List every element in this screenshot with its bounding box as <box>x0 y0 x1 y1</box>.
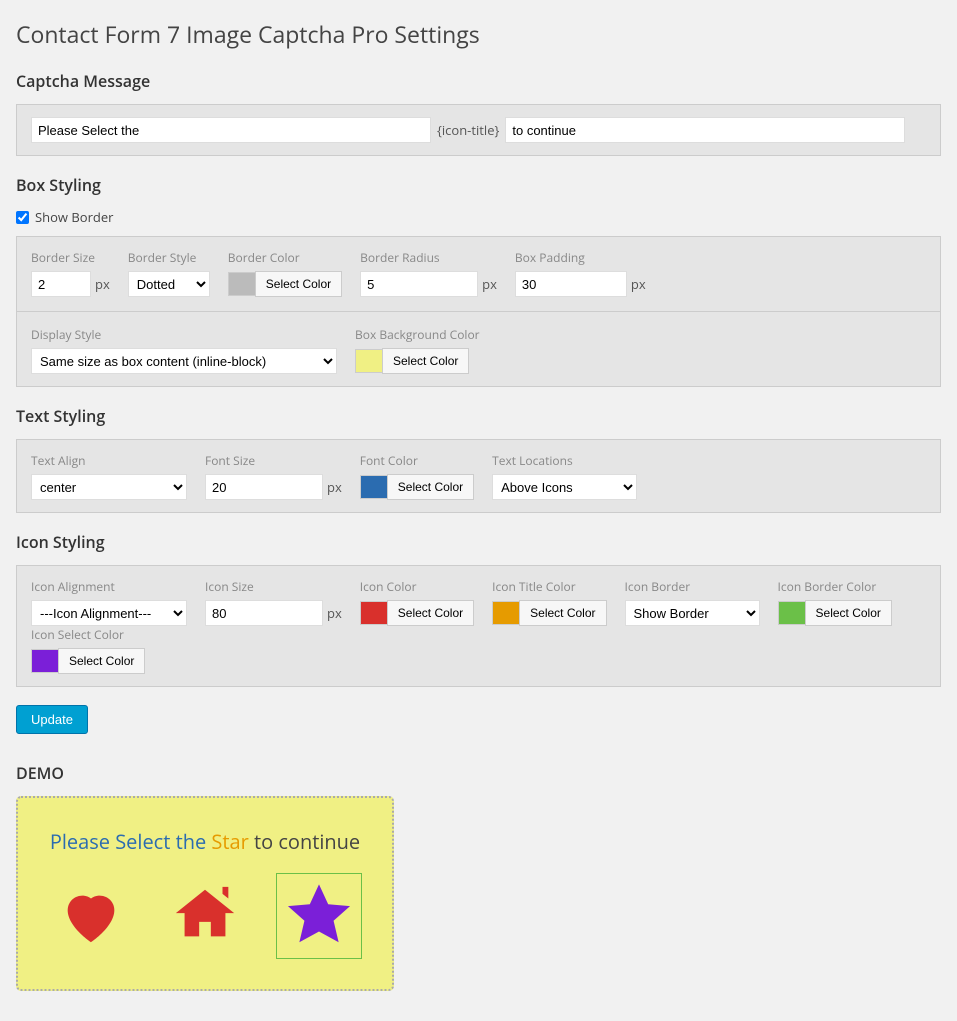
text-align-select[interactable]: center <box>31 474 187 500</box>
icon-border-color-swatch[interactable] <box>778 601 806 625</box>
icon-select-color-label: Icon Select Color <box>31 626 145 643</box>
box-padding-input[interactable] <box>515 271 627 297</box>
icon-title-color-label: Icon Title Color <box>492 578 606 595</box>
icon-border-color-button[interactable]: Select Color <box>805 600 892 626</box>
icon-alignment-select[interactable]: ---Icon Alignment--- <box>31 600 187 626</box>
border-style-select[interactable]: Dotted <box>128 271 210 297</box>
icon-size-label: Icon Size <box>205 578 342 595</box>
icon-select-color-button[interactable]: Select Color <box>58 648 145 674</box>
update-button[interactable]: Update <box>16 705 88 734</box>
captcha-message-heading: Captcha Message <box>16 70 941 92</box>
show-border-label: Show Border <box>35 208 113 226</box>
border-size-input[interactable] <box>31 271 91 297</box>
heart-icon[interactable] <box>48 873 134 959</box>
box-bg-label: Box Background Color <box>355 326 480 343</box>
display-style-label: Display Style <box>31 326 337 343</box>
display-style-select[interactable]: Same size as box content (inline-block) <box>31 348 337 374</box>
text-styling-heading: Text Styling <box>16 405 941 427</box>
border-color-button[interactable]: Select Color <box>255 271 342 297</box>
demo-text: Please Select the Star to continue <box>48 828 362 855</box>
icon-title-token: {icon-title} <box>437 121 499 139</box>
demo-box: Please Select the Star to continue <box>16 796 394 991</box>
icon-border-select[interactable]: Show Border <box>625 600 760 626</box>
show-border-checkbox[interactable] <box>16 211 29 224</box>
icon-styling-box: Icon Alignment ---Icon Alignment--- Icon… <box>16 565 941 687</box>
border-color-label: Border Color <box>228 249 342 266</box>
box-styling-heading: Box Styling <box>16 174 941 196</box>
demo-heading: DEMO <box>16 762 941 784</box>
font-size-input[interactable] <box>205 474 323 500</box>
px-unit: px <box>95 275 110 293</box>
icon-color-button[interactable]: Select Color <box>387 600 474 626</box>
icon-border-label: Icon Border <box>625 578 760 595</box>
star-icon[interactable] <box>276 873 362 959</box>
border-radius-input[interactable] <box>360 271 478 297</box>
icon-styling-heading: Icon Styling <box>16 531 941 553</box>
icon-color-label: Icon Color <box>360 578 474 595</box>
font-color-label: Font Color <box>360 452 474 469</box>
border-color-swatch[interactable] <box>228 272 256 296</box>
font-size-label: Font Size <box>205 452 342 469</box>
text-styling-box: Text Align center Font Size px Font Colo… <box>16 439 941 513</box>
home-icon[interactable] <box>162 873 248 959</box>
font-color-button[interactable]: Select Color <box>387 474 474 500</box>
box-styling-box: Border Size px Border Style Dotted Borde… <box>16 236 941 387</box>
border-radius-label: Border Radius <box>360 249 497 266</box>
icon-size-input[interactable] <box>205 600 323 626</box>
border-size-label: Border Size <box>31 249 110 266</box>
font-color-swatch[interactable] <box>360 475 388 499</box>
page-title: Contact Form 7 Image Captcha Pro Setting… <box>16 18 941 50</box>
icon-alignment-label: Icon Alignment <box>31 578 187 595</box>
icon-title-color-button[interactable]: Select Color <box>519 600 606 626</box>
border-style-label: Border Style <box>128 249 210 266</box>
captcha-message-box: {icon-title} <box>16 104 941 156</box>
text-locations-label: Text Locations <box>492 452 637 469</box>
icon-title-color-swatch[interactable] <box>492 601 520 625</box>
text-locations-select[interactable]: Above Icons <box>492 474 637 500</box>
icon-select-color-swatch[interactable] <box>31 649 59 673</box>
message-after-input[interactable] <box>505 117 905 143</box>
text-align-label: Text Align <box>31 452 187 469</box>
icon-color-swatch[interactable] <box>360 601 388 625</box>
icon-border-color-label: Icon Border Color <box>778 578 892 595</box>
box-bg-button[interactable]: Select Color <box>382 348 469 374</box>
box-bg-swatch[interactable] <box>355 349 383 373</box>
message-before-input[interactable] <box>31 117 431 143</box>
box-padding-label: Box Padding <box>515 249 646 266</box>
